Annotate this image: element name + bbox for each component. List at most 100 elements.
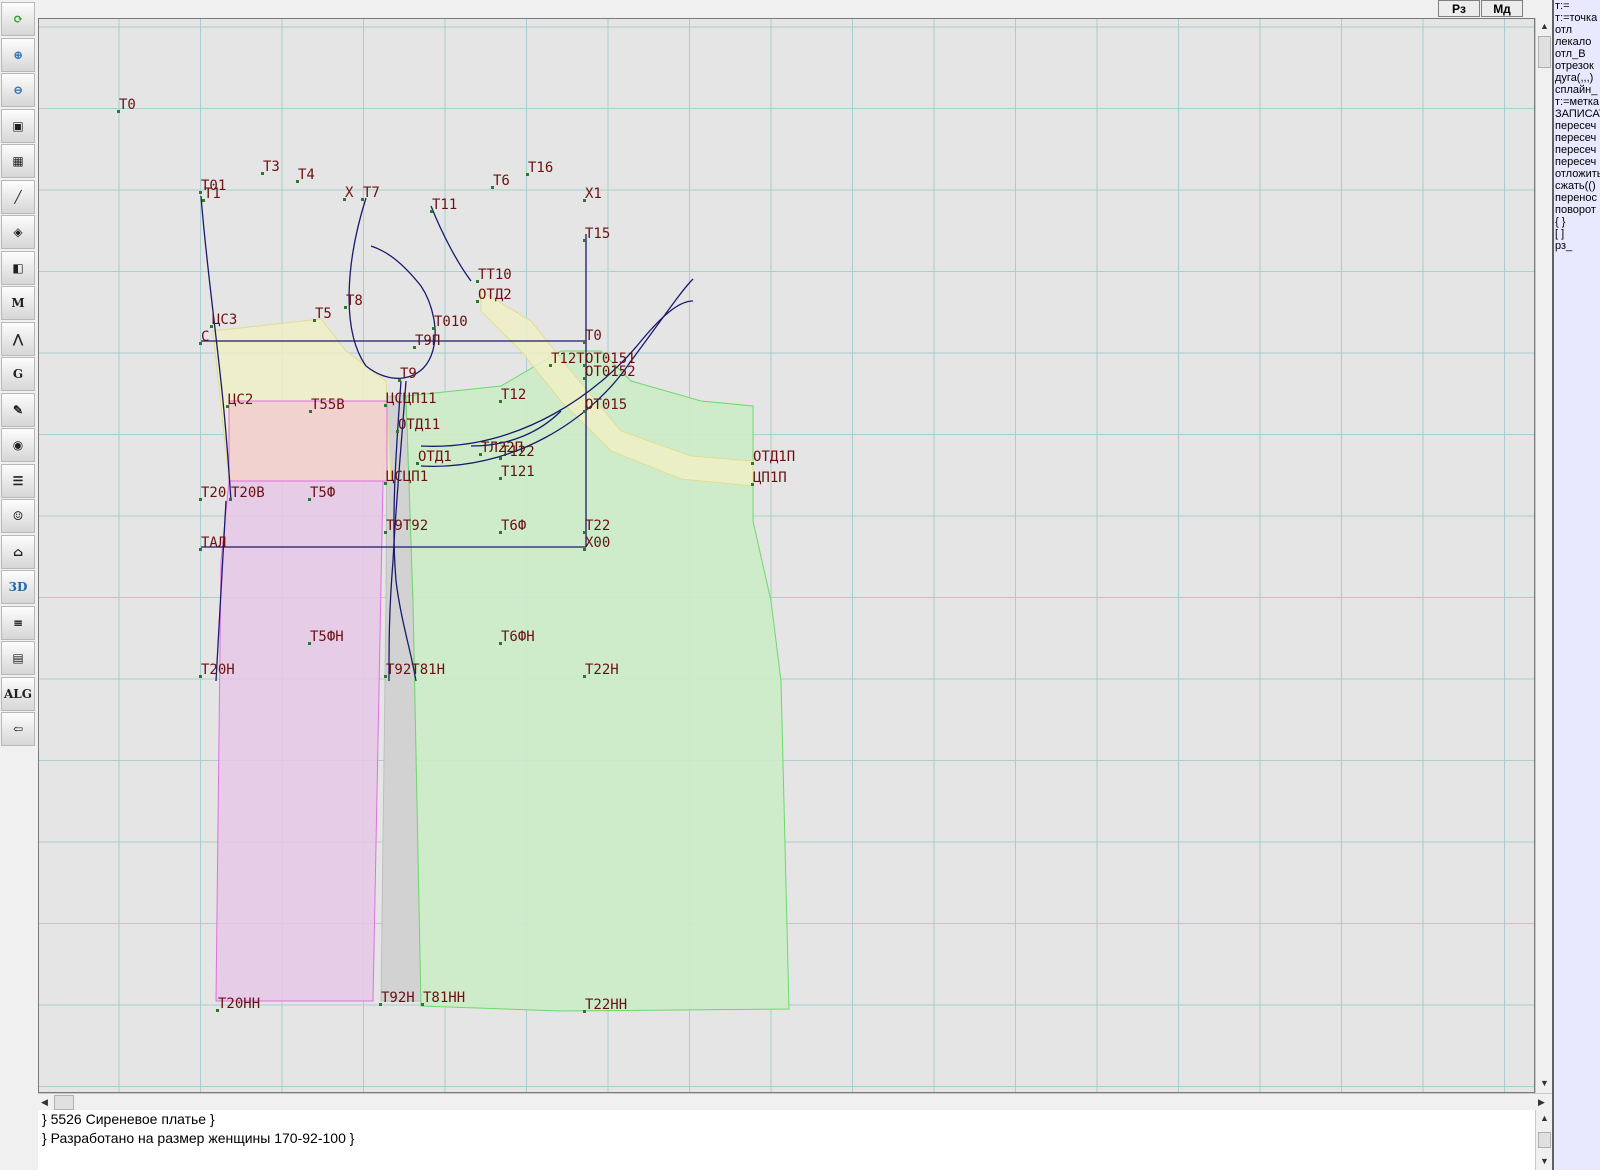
point-label: Т122 (501, 444, 535, 460)
front-bodice-green-piece (405, 350, 790, 1012)
stack-icon[interactable]: ▤ (1, 641, 35, 675)
point-label: Т5 (315, 306, 332, 322)
point-label: Т0 (585, 328, 602, 344)
zoom-out-icon[interactable]: ⊖ (1, 73, 35, 107)
command-item[interactable]: { } (1554, 216, 1600, 228)
back-bodice-pink-overlay (228, 400, 388, 482)
zoom-in-icon[interactable]: ⊕ (1, 37, 35, 72)
command-item[interactable]: отрезок (1554, 60, 1600, 72)
measurements-icon[interactable]: ✎ (1, 392, 35, 427)
scroll-down-arrow-icon[interactable]: ▼ (1540, 1078, 1549, 1088)
point-label: Т6Ф (501, 518, 526, 534)
point-label: ЦС3 (212, 312, 237, 328)
comment-scroll-up-icon[interactable]: ▲ (1540, 1113, 1549, 1123)
point-label: Т9Т92 (386, 518, 428, 534)
command-item[interactable]: дуга(,,,) (1554, 72, 1600, 84)
command-item[interactable]: сплайн_ (1554, 84, 1600, 96)
point-label: Т8 (346, 293, 363, 309)
command-item[interactable]: ЗАПИСАТЬ (1554, 108, 1600, 120)
command-item[interactable]: пересеч (1554, 132, 1600, 144)
command-item[interactable]: поворот (1554, 204, 1600, 216)
point-label: Х1 (585, 186, 602, 202)
point-label: Т22 (585, 518, 610, 534)
point-label: ОТ0152 (585, 364, 636, 380)
layers-icon[interactable]: ◈ (1, 215, 35, 249)
comment-scrollbar[interactable]: ▲ ▼ (1535, 1110, 1552, 1170)
point-label: Т9П (415, 333, 440, 349)
point-label: Т5ФН (310, 629, 344, 645)
point-label: Х00 (585, 535, 610, 551)
point-label: Т12 (501, 387, 526, 403)
horizontal-scrollbar[interactable]: ◀ ▶ (38, 1093, 1552, 1110)
vertical-scroll-thumb[interactable] (1538, 36, 1551, 68)
command-item[interactable]: пересеч (1554, 156, 1600, 168)
scroll-right-arrow-icon[interactable]: ▶ (1538, 1097, 1545, 1107)
md-button[interactable]: Мд (1481, 0, 1523, 17)
point-label: Т22Н (585, 662, 619, 678)
point-label: Т12Т (551, 351, 585, 367)
rz-button[interactable]: Рз (1438, 0, 1480, 17)
point-label: Т121 (501, 464, 535, 480)
command-item[interactable]: т:=точка (1554, 12, 1600, 24)
command-item[interactable]: т:=метка (1554, 96, 1600, 108)
point-label: Т20НН (218, 996, 260, 1012)
command-item[interactable]: перенос (1554, 192, 1600, 204)
point-label: Т6 (493, 173, 510, 189)
line-tool-icon[interactable]: ╱ (1, 179, 35, 214)
3d-icon[interactable]: 3D (1, 570, 35, 604)
point-label: ТТ10 (478, 267, 512, 283)
compass-icon[interactable]: ⋀ (1, 321, 35, 356)
command-item[interactable]: отл_В (1554, 48, 1600, 60)
point-label: Т15 (585, 226, 610, 242)
list-icon[interactable]: ≡ (1, 605, 35, 640)
point-label: Т16 (528, 160, 553, 176)
command-item[interactable]: пересеч (1554, 144, 1600, 156)
alg-icon[interactable]: ALG (1, 676, 35, 711)
pattern-icon[interactable]: ◧ (1, 250, 35, 285)
drawing-canvas[interactable]: Т0 Т3 Т4 Т16 Т01 Т1 Х Т7 Т11 Т6 Х1 Т15 ТТ10 ОТД2 Т8 Т5 Ц… (38, 18, 1535, 1093)
garment-icon[interactable]: ⌂ (1, 534, 35, 569)
command-item[interactable]: рз_ (1554, 240, 1600, 252)
command-item[interactable]: сжать(() (1554, 180, 1600, 192)
top-strip: Рз Мд (38, 0, 1552, 18)
comment-scroll-down-icon[interactable]: ▼ (1540, 1156, 1549, 1166)
pattern-drawing[interactable]: Т0Т3 Т4 Т16Т01Т1 Х Т7Т11Т6Х1Т15ТТ10ОТД2Т8Т5Ц… (39, 19, 1534, 1092)
point-label: Т20В (231, 485, 265, 501)
comment-scroll-thumb[interactable] (1538, 1132, 1551, 1148)
vertical-scrollbar[interactable]: ▲ ▼ (1535, 18, 1552, 1093)
point-label: Т92Т81Н (386, 662, 445, 678)
table-icon[interactable]: ☰ (1, 463, 35, 498)
command-panel[interactable]: т:= т:=точка отл лекало отл_В отрезок дуга(,,,… (1552, 0, 1600, 1170)
refresh-icon[interactable]: ⟳ (1, 2, 35, 36)
command-item[interactable]: лекало (1554, 36, 1600, 48)
point-label: Т81НН (423, 990, 465, 1006)
camera-icon[interactable]: ◉ (1, 428, 35, 462)
point-label: ОТД1П (753, 449, 795, 465)
macro-m-icon[interactable]: M (1, 286, 35, 320)
point-label: Т1 (204, 186, 221, 202)
point-label: ОТД2 (478, 287, 512, 303)
point-label: Т0 (119, 97, 136, 113)
model-photo-icon[interactable]: ☺ (1, 499, 35, 533)
horizontal-scroll-thumb[interactable] (54, 1095, 74, 1110)
point-label: ОТ015 (585, 397, 627, 413)
point-label: ЦС2 (228, 392, 253, 408)
point-label: Т92Н (381, 990, 415, 1006)
point-label: Т11 (432, 197, 457, 213)
grid-icon[interactable]: ▦ (1, 144, 35, 178)
scroll-left-arrow-icon[interactable]: ◀ (41, 1097, 48, 1107)
point-label: ЦСЦП1 (386, 469, 428, 485)
command-item[interactable]: пересеч (1554, 120, 1600, 132)
shoulder-curve (430, 205, 472, 282)
command-item[interactable]: [ ] (1554, 228, 1600, 240)
point-label: Т5Ф (310, 485, 335, 501)
zoom-fit-icon[interactable]: ▣ (1, 108, 35, 143)
point-label: Х (345, 185, 354, 201)
comment-area[interactable]: } 5526 Сиреневое платье } } Разработано … (38, 1110, 1535, 1170)
scroll-up-arrow-icon[interactable]: ▲ (1540, 21, 1549, 31)
command-item[interactable]: отложить (1554, 168, 1600, 180)
command-item[interactable]: отл (1554, 24, 1600, 36)
grading-g-icon[interactable]: G (1, 357, 35, 391)
exit-icon[interactable]: ⇦ (1, 712, 35, 746)
command-item[interactable]: т:= (1554, 0, 1600, 12)
